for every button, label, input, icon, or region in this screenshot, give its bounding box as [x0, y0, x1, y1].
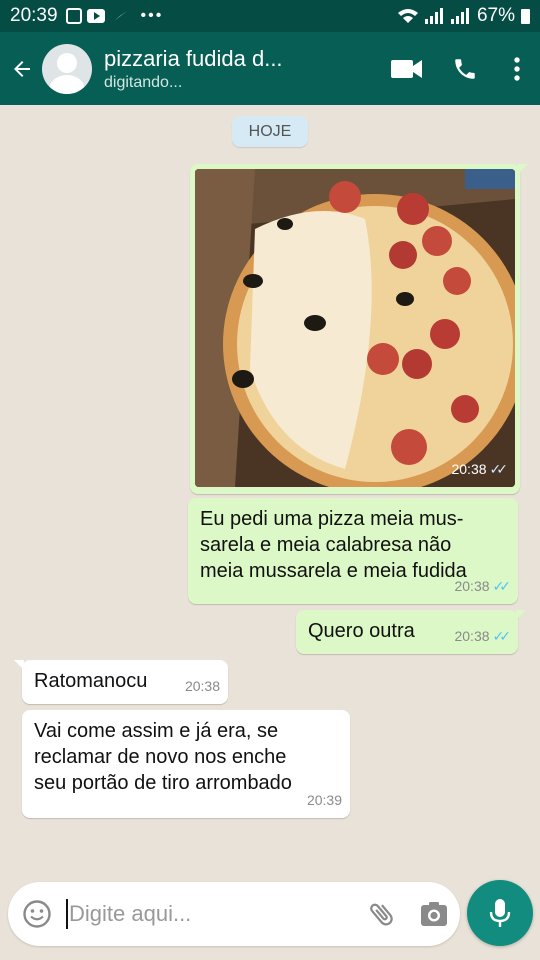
message-line: reclamar de novo nos enche: [34, 746, 287, 768]
read-ticks-icon: ✓✓: [492, 628, 512, 644]
more-notifications-icon: •••: [140, 7, 164, 24]
voice-call-button[interactable]: [436, 32, 494, 105]
voice-record-button[interactable]: [467, 880, 533, 946]
youtube-icon: [86, 9, 105, 23]
message-time: 20:38: [184, 678, 220, 694]
more-options-button[interactable]: [494, 32, 540, 105]
signal-icon: [424, 8, 443, 24]
message-bubble-outgoing[interactable]: Quero outra 20:38 ✓✓: [296, 610, 526, 654]
text-cursor: [66, 899, 68, 929]
camera-icon: [421, 902, 447, 926]
video-call-button[interactable]: [378, 32, 436, 105]
contact-name: pizzaria fudida d...: [104, 45, 283, 71]
message-bubble-incoming[interactable]: Ratomanocu 20:38: [14, 660, 228, 704]
message-meta: 20:38: [185, 673, 220, 699]
message-line: Vai come assim e já era, se: [34, 720, 279, 742]
back-button[interactable]: [2, 32, 42, 105]
message-time: 20:38: [451, 461, 487, 477]
video-call-icon: [391, 59, 422, 78]
message-input[interactable]: Digite aqui...: [69, 901, 356, 927]
image-message[interactable]: 20:38 ✓✓: [190, 164, 528, 494]
message-bubble-incoming[interactable]: Vai come assim e já era, se reclamar de …: [22, 710, 350, 818]
date-divider: HOJE: [232, 116, 308, 147]
moon-icon: [113, 11, 127, 21]
read-ticks-icon: ✓✓: [492, 578, 512, 594]
more-vertical-icon: [514, 56, 520, 81]
message-composer: Digite aqui...: [8, 882, 460, 946]
message-time: 20:39: [306, 792, 342, 808]
message-line: sarela e meia calabresa não: [200, 534, 452, 556]
message-time: 20:38: [454, 628, 490, 644]
arrow-left-icon: [14, 60, 30, 77]
message-time: 20:38: [454, 578, 490, 594]
status-bar: 20:39 ••• 67%: [0, 0, 540, 32]
notification-icon: [65, 8, 82, 24]
message-line: seu portão de tiro arrombado: [34, 772, 292, 794]
avatar[interactable]: [42, 43, 92, 94]
emoji-button[interactable]: [8, 882, 66, 946]
battery-percent: 67%: [476, 5, 515, 26]
message-meta: 20:39: [307, 787, 342, 813]
battery-icon: [521, 8, 530, 24]
message-text: Quero outra: [308, 620, 415, 642]
read-ticks-icon: ✓✓: [489, 461, 509, 477]
mic-icon: [489, 899, 511, 927]
message-meta: 20:38 ✓✓: [454, 573, 512, 599]
pizza-photo[interactable]: 20:38 ✓✓: [195, 169, 515, 487]
message-text: Ratomanocu: [34, 670, 148, 692]
signal-icon-2: [450, 8, 469, 24]
attach-button[interactable]: [356, 882, 408, 946]
paperclip-icon: [370, 903, 393, 926]
contact-info[interactable]: pizzaria fudida d... digitando...: [104, 46, 378, 92]
status-time: 20:39: [10, 5, 58, 26]
message-bubble-outgoing[interactable]: Eu pedi uma pizza meia mus- sarela e mei…: [188, 498, 518, 604]
typing-status: digitando...: [104, 73, 183, 91]
phone-icon: [455, 58, 475, 79]
message-meta: 20:38 ✓✓: [454, 623, 512, 649]
message-line: Eu pedi uma pizza meia mus-: [200, 508, 464, 530]
chat-header: pizzaria fudida d... digitando...: [0, 32, 540, 105]
image-meta: 20:38 ✓✓: [451, 456, 509, 482]
emoji-icon: [23, 900, 51, 928]
camera-button[interactable]: [408, 882, 460, 946]
wifi-icon: [397, 9, 418, 23]
